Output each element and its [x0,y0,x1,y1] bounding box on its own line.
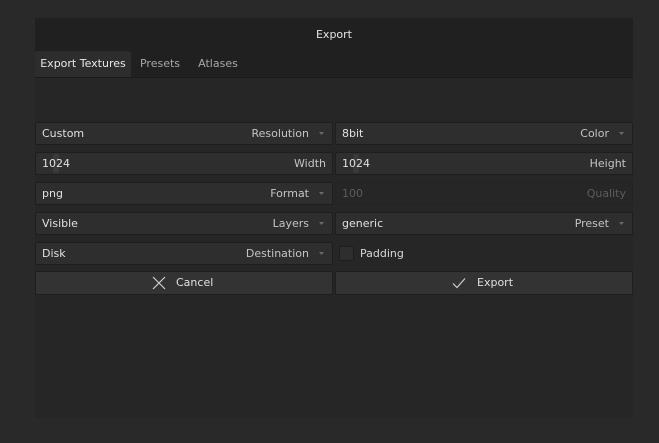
format-value: png [42,187,63,200]
width-label: Width [294,157,326,170]
height-label: Height [589,157,626,170]
close-icon [152,276,166,290]
tab-bar: Export Textures Presets Atlases [35,51,633,78]
dialog-title: Export [35,18,633,51]
quality-field: 100 Quality [335,182,633,205]
resolution-value: Custom [42,127,85,140]
color-label: Color [580,127,609,140]
color-dropdown[interactable]: 8bit Color [335,122,633,145]
height-value: 1024 [342,157,370,170]
export-button[interactable]: Export [335,271,633,295]
color-value: 8bit [342,127,364,140]
height-slider-field[interactable]: 1024 Height [335,152,633,175]
destination-value: Disk [42,247,66,260]
resolution-dropdown[interactable]: Custom Resolution [35,122,333,145]
preset-dropdown[interactable]: generic Preset [335,212,633,235]
format-dropdown[interactable]: png Format [35,182,333,205]
chevron-down-icon [319,132,324,135]
layers-dropdown[interactable]: Visible Layers [35,212,333,235]
preset-value: generic [342,217,384,230]
quality-value: 100 [342,187,363,200]
destination-label: Destination [245,247,309,260]
tab-export-textures[interactable]: Export Textures [35,51,131,77]
chevron-down-icon [319,222,324,225]
cancel-label: Cancel [176,276,214,289]
tab-presets[interactable]: Presets [133,51,187,77]
chevron-down-icon [319,192,324,195]
layers-label: Layers [272,217,309,230]
width-value: 1024 [42,157,70,170]
resolution-label: Resolution [251,127,309,140]
format-label: Format [270,187,309,200]
export-dialog: Export Export Textures Presets Atlases C… [35,18,633,418]
chevron-down-icon [619,132,624,135]
chevron-down-icon [619,222,624,225]
width-slider-field[interactable]: 1024 Width [35,152,333,175]
cancel-button[interactable]: Cancel [35,271,333,295]
quality-label: Quality [586,187,626,200]
preset-label: Preset [574,217,609,230]
chevron-down-icon [319,252,324,255]
export-label: Export [477,276,514,289]
destination-dropdown[interactable]: Disk Destination [35,242,333,265]
padding-label: Padding [360,247,404,260]
padding-checkbox[interactable] [339,246,354,261]
check-icon [452,278,466,289]
layers-value: Visible [42,217,78,230]
tab-atlases[interactable]: Atlases [191,51,245,77]
